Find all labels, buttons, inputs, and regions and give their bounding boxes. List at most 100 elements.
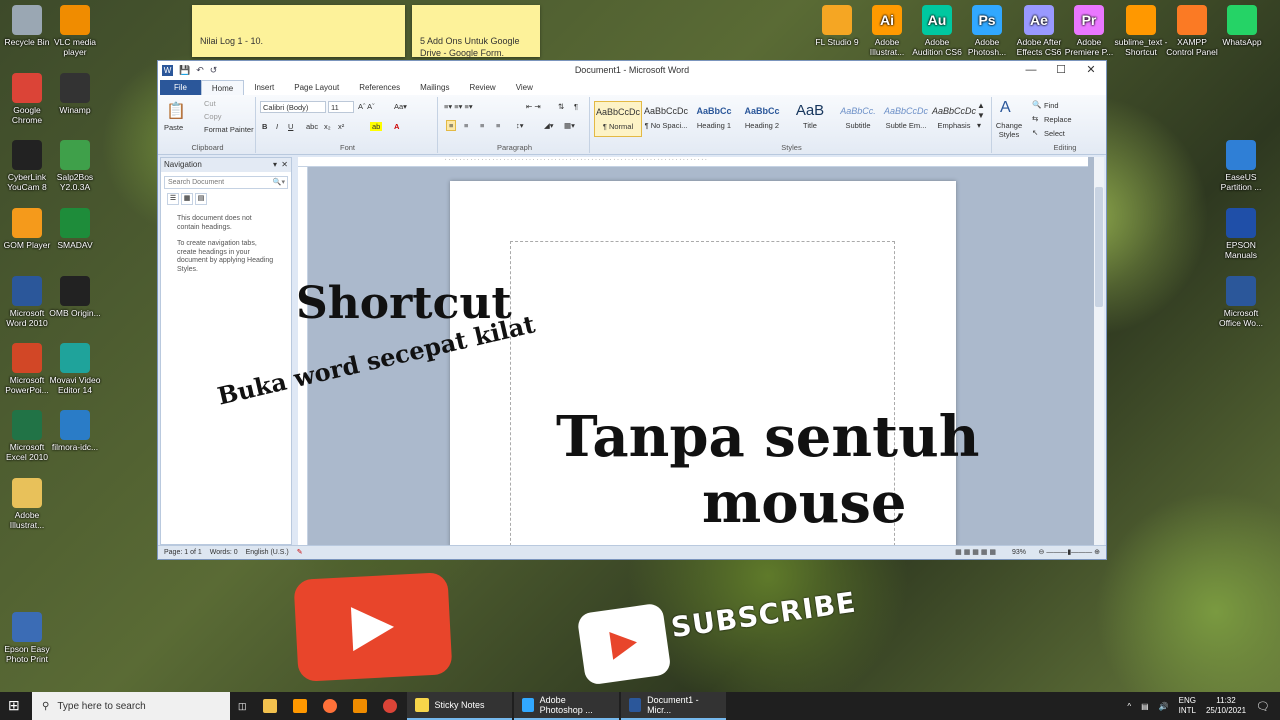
- style-item[interactable]: AaBbCcDc Emphasis: [930, 101, 978, 137]
- headings-tab-icon[interactable]: ☰: [167, 193, 179, 205]
- close-button[interactable]: ✕: [1076, 61, 1106, 79]
- strikethrough-icon[interactable]: abc: [306, 122, 318, 131]
- taskbar-search[interactable]: ⚲ Type here to search: [32, 692, 230, 720]
- desktop-icon[interactable]: EaseUS Partition ...: [1214, 140, 1268, 192]
- desktop-icon[interactable]: Epson Easy Photo Print: [0, 612, 54, 664]
- style-item[interactable]: AaBbCc Heading 2: [738, 101, 786, 137]
- desktop-icon[interactable]: Pr Adobe Premiere P...: [1062, 5, 1116, 57]
- task-view-icon[interactable]: ◫: [230, 692, 255, 720]
- change-case-icon[interactable]: Aa▾: [394, 102, 407, 111]
- borders-icon[interactable]: ▦▾: [564, 121, 575, 130]
- desktop-icon[interactable]: OMB Origin...: [48, 276, 102, 318]
- font-size-select[interactable]: 11: [328, 101, 354, 113]
- justify-icon[interactable]: ≡: [496, 121, 500, 130]
- sublime-task-icon[interactable]: [285, 692, 315, 720]
- bold-icon[interactable]: B: [262, 122, 267, 131]
- copy-button[interactable]: Copy: [204, 112, 222, 121]
- volume-icon[interactable]: 🔊: [1159, 702, 1169, 711]
- desktop-icon[interactable]: EPSON Manuals: [1214, 208, 1268, 260]
- change-styles-button[interactable]: Change Styles: [994, 121, 1024, 139]
- desktop-icon[interactable]: Movavi Video Editor 14: [48, 343, 102, 395]
- desktop-icon[interactable]: XAMPP Control Panel: [1165, 5, 1219, 57]
- tab-review[interactable]: Review: [459, 80, 505, 95]
- find-button[interactable]: Find: [1044, 101, 1059, 110]
- scroll-thumb[interactable]: [1095, 187, 1103, 307]
- nav-menu-icon[interactable]: ▾: [273, 158, 277, 172]
- italic-icon[interactable]: I: [276, 122, 278, 131]
- save-icon[interactable]: 💾: [179, 65, 190, 76]
- taskbar-item[interactable]: Document1 - Micr...: [620, 692, 726, 720]
- desktop-icon[interactable]: Microsoft Excel 2010: [0, 410, 54, 462]
- results-tab-icon[interactable]: ▤: [195, 193, 207, 205]
- format-painter-button[interactable]: Format Painter: [204, 125, 254, 134]
- vertical-scrollbar[interactable]: [1094, 157, 1104, 545]
- indent-icon[interactable]: ⇤ ⇥: [526, 102, 541, 111]
- paste-icon[interactable]: 📋: [166, 101, 186, 121]
- find-icon[interactable]: 🔍: [1032, 100, 1041, 109]
- desktop-icon[interactable]: Microsoft Word 2010: [0, 276, 54, 328]
- network-icon[interactable]: ▤: [1141, 702, 1149, 711]
- style-item[interactable]: AaB Title: [786, 101, 834, 137]
- maximize-button[interactable]: ☐: [1046, 61, 1076, 79]
- style-item[interactable]: AaBbCc Heading 1: [690, 101, 738, 137]
- word-count[interactable]: Words: 0: [210, 549, 238, 556]
- zoom-slider[interactable]: ⊖ ———▮——— ⊕: [1039, 546, 1100, 559]
- desktop-icon[interactable]: Ps Adobe Photosh...: [960, 5, 1014, 57]
- desktop-icon[interactable]: Recycle Bin: [0, 5, 54, 47]
- style-item[interactable]: AaBbCcDc ¶ Normal: [594, 101, 642, 137]
- clock[interactable]: 11:32 25/10/2021: [1206, 696, 1246, 716]
- font-name-select[interactable]: Calibri (Body): [260, 101, 326, 113]
- view-buttons-icon[interactable]: ▦ ▦ ▦ ▦ ▦: [955, 546, 996, 559]
- show-marks-icon[interactable]: ¶: [574, 102, 578, 111]
- tab-home[interactable]: Home: [200, 80, 245, 95]
- desktop-icon[interactable]: Au Adobe Audition CS6: [910, 5, 964, 57]
- desktop-icon[interactable]: Ai Adobe Illustrat...: [860, 5, 914, 57]
- desktop-icon[interactable]: Salp2Bos Y2.0.3A: [48, 140, 102, 192]
- pages-tab-icon[interactable]: ▦: [181, 193, 193, 205]
- bullets-icon[interactable]: ≡▾ ≡▾ ≡▾: [444, 102, 473, 111]
- redo-icon[interactable]: ↺: [210, 65, 218, 76]
- file-explorer-icon[interactable]: [255, 692, 285, 720]
- cut-button[interactable]: Cut: [204, 99, 216, 108]
- style-item[interactable]: AaBbCc. Subtitle: [834, 101, 882, 137]
- horizontal-ruler[interactable]: · · · · · · · · · · · · · · · · · · · · …: [298, 157, 1088, 167]
- desktop-icon[interactable]: FL Studio 9: [810, 5, 864, 47]
- desktop-icon[interactable]: SMADAV: [48, 208, 102, 250]
- search-document-input[interactable]: Search Document 🔍▾: [164, 176, 288, 189]
- style-item[interactable]: AaBbCcDc Subtle Em...: [882, 101, 930, 137]
- highlight-icon[interactable]: ab: [370, 122, 383, 131]
- sort-icon[interactable]: ⇅: [558, 102, 564, 111]
- language[interactable]: English (U.S.): [246, 549, 289, 556]
- desktop-icon[interactable]: Microsoft Office Wo...: [1214, 276, 1268, 328]
- search-icon[interactable]: 🔍▾: [273, 177, 285, 189]
- tab-file[interactable]: File: [160, 80, 201, 95]
- line-spacing-icon[interactable]: ↕▾: [516, 121, 524, 130]
- desktop-icon[interactable]: CyberLink YouCam 8: [0, 140, 54, 192]
- replace-icon[interactable]: ⇆: [1032, 114, 1038, 123]
- firefox-task-icon[interactable]: [315, 692, 345, 720]
- tab-view[interactable]: View: [506, 80, 543, 95]
- page-count[interactable]: Page: 1 of 1: [164, 549, 202, 556]
- desktop-icon[interactable]: VLC media player: [48, 5, 102, 57]
- desktop-icon[interactable]: Microsoft PowerPoi...: [0, 343, 54, 395]
- superscript-icon[interactable]: x²: [338, 122, 344, 131]
- align-right-icon[interactable]: ≡: [480, 121, 484, 130]
- desktop-icon[interactable]: Ae Adobe After Effects CS6: [1012, 5, 1066, 57]
- chrome-task-icon[interactable]: [375, 692, 405, 720]
- subscript-icon[interactable]: x₂: [324, 122, 331, 131]
- notifications-icon[interactable]: 🗨: [1256, 700, 1270, 713]
- styles-scroll-icon[interactable]: ▲ ▼ ▾: [977, 101, 985, 131]
- taskbar-item[interactable]: Adobe Photoshop ...: [513, 692, 619, 720]
- input-language[interactable]: ENG INTL: [1179, 696, 1196, 716]
- nav-close-icon[interactable]: ✕: [281, 158, 288, 172]
- tab-page-layout[interactable]: Page Layout: [284, 80, 349, 95]
- desktop-icon[interactable]: Winamp: [48, 73, 102, 115]
- tab-references[interactable]: References: [349, 80, 410, 95]
- select-button[interactable]: Select: [1044, 129, 1065, 138]
- desktop-icon[interactable]: Google Chrome: [0, 73, 54, 125]
- desktop-icon[interactable]: WhatsApp: [1215, 5, 1269, 47]
- proofing-icon[interactable]: ✎: [297, 549, 303, 556]
- taskbar-item[interactable]: Sticky Notes: [406, 692, 512, 720]
- desktop-icon[interactable]: Adobe Illustrat...: [0, 478, 54, 530]
- zoom-level[interactable]: 93%: [1012, 546, 1026, 559]
